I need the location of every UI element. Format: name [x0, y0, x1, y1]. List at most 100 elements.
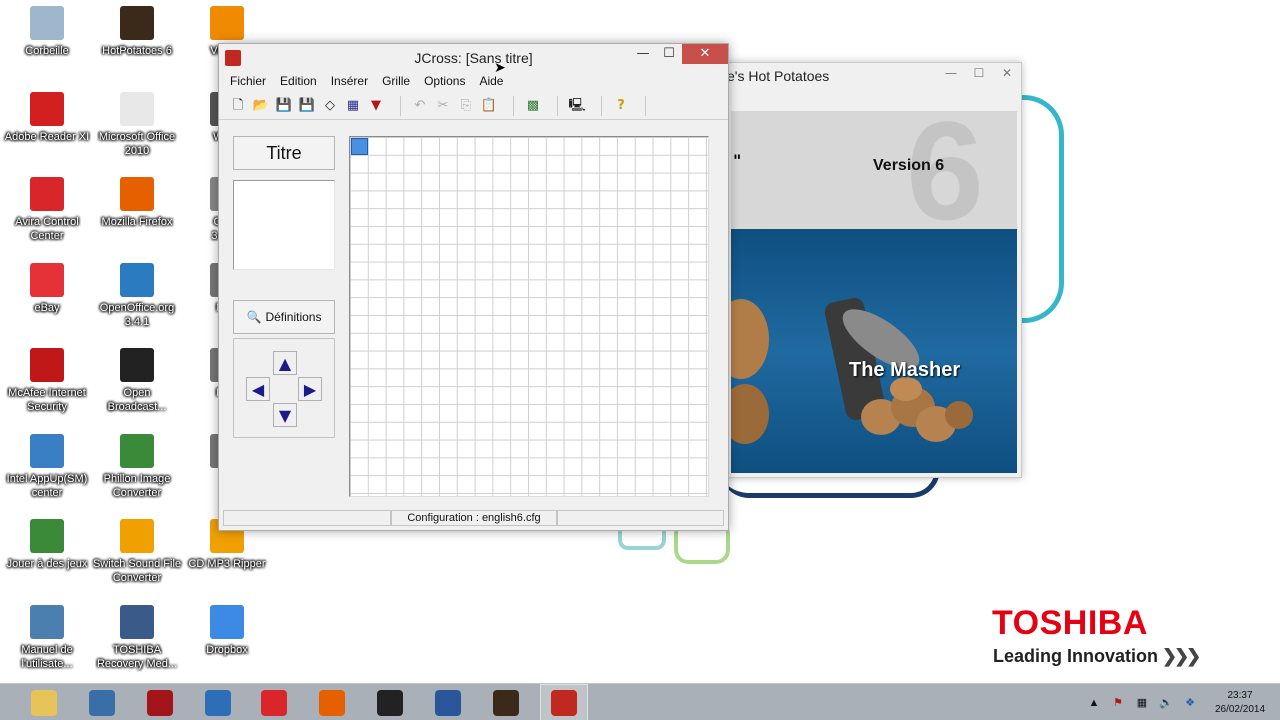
- desktop-icon-label: McAfee Internet Security: [8, 387, 86, 413]
- desktop-icon[interactable]: Corbeille: [2, 6, 92, 58]
- desktop-icon[interactable]: McAfee Internet Security: [2, 348, 92, 414]
- desktop-icon-label: TOSHIBA Recovery Med...: [96, 643, 178, 670]
- paste-icon[interactable]: 📋: [480, 97, 498, 115]
- maximize-button[interactable]: ☐: [965, 63, 993, 83]
- dropbox-icon: [210, 604, 244, 639]
- menu-fichier[interactable]: Fichier: [223, 74, 273, 88]
- definitions-button[interactable]: 🔍 Définitions: [233, 300, 335, 334]
- firefox-icon: [120, 177, 154, 211]
- arrow-right-icon[interactable]: ▶: [298, 377, 322, 401]
- clock[interactable]: 23:37 26/02/2014: [1208, 689, 1272, 717]
- arrow-left-icon[interactable]: ◀: [246, 377, 270, 401]
- recovery-icon: [120, 604, 154, 639]
- close-button[interactable]: ✕: [993, 63, 1021, 83]
- desktop-icon[interactable]: Switch Sound File Converter: [92, 519, 182, 585]
- maximize-button[interactable]: ☐: [656, 44, 682, 64]
- firefox-icon: [319, 689, 345, 716]
- taskbar-button[interactable]: [540, 684, 588, 720]
- obs-icon: [120, 348, 154, 382]
- desktop-icon-label: Mozilla Firefox: [101, 216, 173, 228]
- menu-bar: Fichier Edition Insérer Grille Options A…: [219, 70, 728, 92]
- toolbar: 🗋 📂 💾 💾 ◇ ▦ ▼ ↶ ✂ ⎘ 📋 ▩ 🖳 ?: [219, 92, 728, 120]
- jcross-window[interactable]: JCross: [Sans titre] — ☐ ✕ Fichier Editi…: [218, 43, 729, 531]
- taskbar: ▲ ⚑ ▦ 🔈 ❖ 23:37 26/02/2014: [0, 683, 1280, 720]
- desktop-icon[interactable]: HotPotatoes 6: [92, 6, 182, 58]
- arrow-down-icon[interactable]: ▼: [273, 403, 297, 427]
- desktop-icon[interactable]: Intel AppUp(SM) center: [2, 433, 92, 500]
- toolbar-separator: [513, 95, 514, 116]
- mouse-cursor-icon: ➤: [494, 60, 506, 76]
- undo-icon[interactable]: ↶: [411, 97, 429, 115]
- desktop-icon-label: OpenOffice.org 3.4.1: [99, 301, 175, 328]
- intel-icon: [30, 433, 64, 468]
- copy-icon[interactable]: ⎘: [457, 97, 475, 115]
- arrow-up-icon[interactable]: ▲: [273, 351, 297, 375]
- menu-inserer[interactable]: Insérer: [324, 74, 375, 88]
- desktop-icon[interactable]: Microsoft Office 2010: [92, 91, 182, 158]
- desktop-icon[interactable]: Avira Control Center: [2, 177, 92, 243]
- close-button[interactable]: ✕: [682, 44, 728, 64]
- cut-icon[interactable]: ✂: [434, 97, 452, 115]
- desktop-icon[interactable]: TOSHIBA Recovery Med...: [92, 604, 182, 671]
- web-page-icon[interactable]: 🖳: [568, 97, 586, 115]
- taskbar-button[interactable]: [20, 684, 68, 720]
- auto-grid-icon[interactable]: ▩: [524, 97, 542, 115]
- eraser-icon[interactable]: ◇: [321, 97, 339, 115]
- desktop-icon[interactable]: Phillon Image Converter: [92, 433, 182, 500]
- toolbar-separator: [645, 95, 646, 116]
- taskbar-button[interactable]: [366, 684, 414, 720]
- desktop-icon[interactable]: Mozilla Firefox: [92, 177, 182, 229]
- openoffice-icon: [120, 262, 154, 297]
- open-folder-icon[interactable]: 📂: [252, 97, 270, 115]
- clock-time: 23:37: [1227, 689, 1253, 701]
- desktop-icon-label: Phillon Image Converter: [103, 472, 171, 499]
- title-button[interactable]: Titre: [233, 136, 335, 170]
- taskbar-button[interactable]: [308, 684, 356, 720]
- toshiba-tagline: Leading Innovation ❯❯❯: [993, 646, 1201, 667]
- new-file-icon[interactable]: 🗋: [229, 97, 247, 115]
- taskbar-button[interactable]: [424, 684, 472, 720]
- network-icon[interactable]: ▦: [1134, 696, 1150, 710]
- splash-image: The Masher: [731, 229, 1017, 473]
- taskbar-button[interactable]: [250, 684, 298, 720]
- action-center-icon[interactable]: ⚑: [1110, 696, 1126, 710]
- taskbar-button[interactable]: [194, 684, 242, 720]
- status-bar: Configuration : english6.cfg: [223, 510, 724, 526]
- desktop-icon[interactable]: OpenOffice.org 3.4.1: [92, 262, 182, 329]
- menu-options[interactable]: Options: [417, 74, 472, 88]
- save-as-icon[interactable]: 💾: [298, 97, 316, 115]
- help-icon[interactable]: ?: [612, 97, 630, 115]
- desktop-icon[interactable]: Open Broadcast...: [92, 348, 182, 414]
- desktop-icon[interactable]: Adobe Reader XI: [2, 91, 92, 144]
- minimize-button[interactable]: —: [630, 44, 656, 64]
- desktop-icon[interactable]: Dropbox: [182, 604, 272, 657]
- nero-icon: [261, 689, 287, 716]
- crossword-grid[interactable]: [349, 136, 709, 497]
- system-tray: ▲ ⚑ ▦ 🔈 ❖ 23:37 26/02/2014: [1082, 684, 1280, 720]
- taskbar-button[interactable]: [482, 684, 530, 720]
- selected-cell[interactable]: [351, 138, 368, 155]
- taskbar-button[interactable]: [78, 684, 126, 720]
- title-bar[interactable]: JCross: [Sans titre] — ☐ ✕: [219, 44, 728, 70]
- desktop-icon-label: Dropbox: [206, 643, 248, 656]
- hotpotatoes-window[interactable]: e's Hot Potatoes — ☐ ✕ 6 " Version 6 The…: [718, 62, 1022, 478]
- desktop-icon[interactable]: Jouer à des jeux: [2, 519, 92, 571]
- menu-aide[interactable]: Aide: [472, 74, 510, 88]
- volume-icon[interactable]: 🔈: [1158, 696, 1174, 710]
- desktop-icon-label: Switch Sound File Converter: [92, 558, 182, 584]
- desktop-icon[interactable]: eBay: [2, 262, 92, 315]
- desktop-icon[interactable]: Manuel de l'utilisate...: [2, 604, 92, 671]
- minimize-button[interactable]: —: [937, 63, 965, 83]
- save-icon[interactable]: 💾: [275, 97, 293, 115]
- dropbox-tray-icon[interactable]: ❖: [1182, 696, 1198, 710]
- title-textbox[interactable]: [233, 180, 335, 270]
- desktop-icon-label: Intel AppUp(SM) center: [6, 472, 88, 499]
- menu-edition[interactable]: Edition: [273, 74, 324, 88]
- grid-icon[interactable]: ▦: [344, 97, 362, 115]
- taskbar-button[interactable]: [136, 684, 184, 720]
- menu-grille[interactable]: Grille: [375, 74, 417, 88]
- toolbar-separator: [557, 95, 558, 116]
- export-icon[interactable]: ▼: [367, 97, 385, 115]
- mcafee-icon: [30, 348, 64, 382]
- show-hidden-icons-icon[interactable]: ▲: [1086, 696, 1102, 710]
